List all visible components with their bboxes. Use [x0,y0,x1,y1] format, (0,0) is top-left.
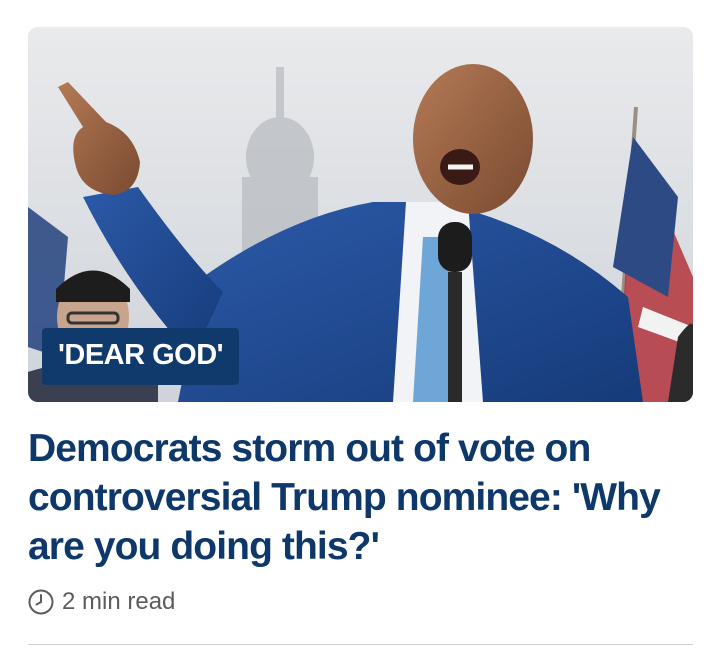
article-meta: 2 min read [28,588,693,616]
article-card[interactable]: 'DEAR GOD' Democrats storm out of vote o… [28,27,693,616]
card-divider [28,644,693,645]
article-headline[interactable]: Democrats storm out of vote on controver… [28,424,688,571]
article-kicker-badge: 'DEAR GOD' [42,328,240,385]
article-image[interactable]: 'DEAR GOD' [28,27,693,402]
read-time-label: 2 min read [62,588,176,615]
clock-icon [28,589,54,615]
